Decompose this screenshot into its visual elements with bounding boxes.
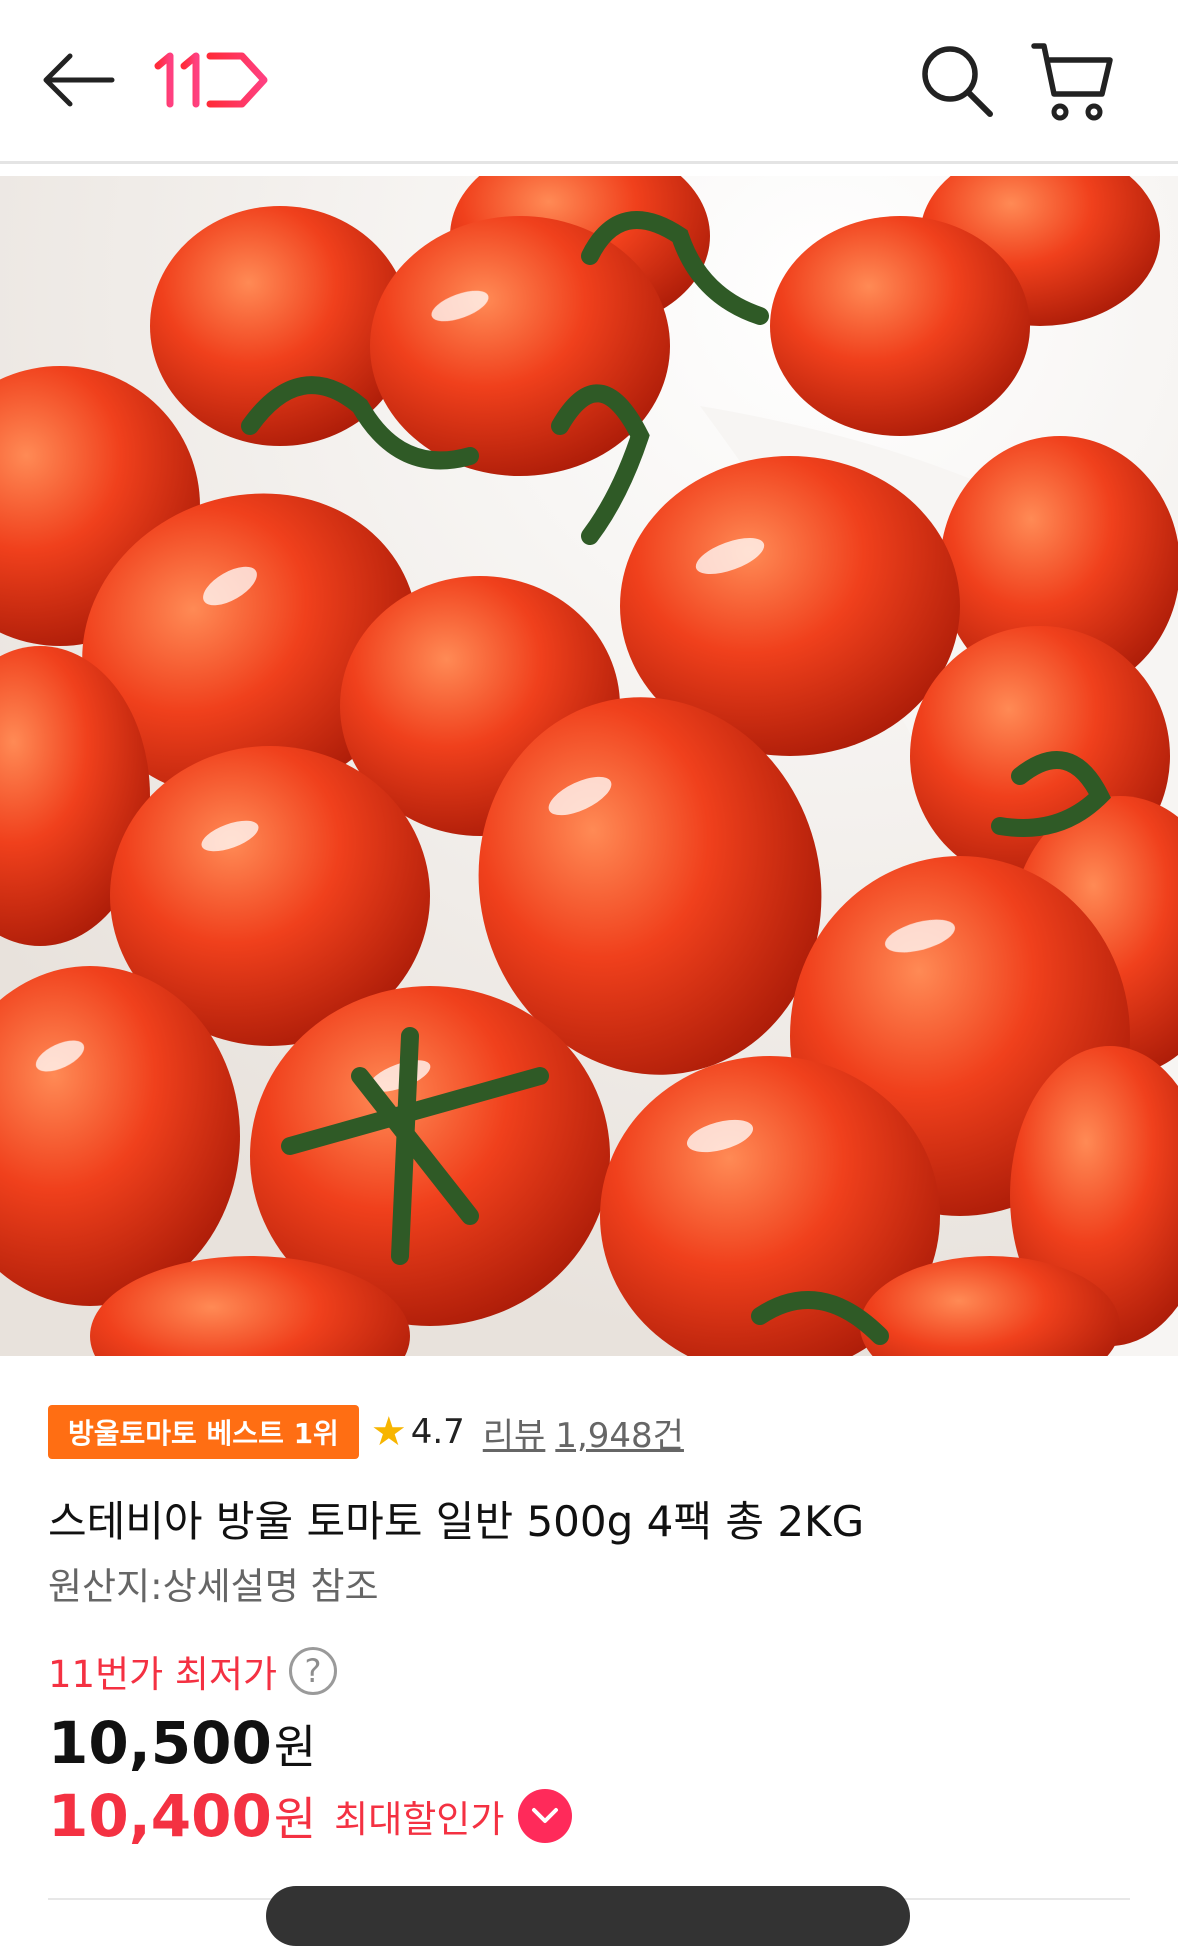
discount-price-unit: 원: [273, 1792, 317, 1846]
floating-bar[interactable]: [266, 1886, 910, 1946]
origin-info: 원산지:상세설명 참조: [48, 1565, 379, 1608]
chevron-down-icon: [532, 1808, 559, 1823]
cart-icon: [1031, 43, 1113, 121]
price-value: 10,500: [48, 1709, 272, 1777]
lowest-price-row: 11번가 최저가 ?: [48, 1644, 338, 1698]
badge-rating-row: 방울토마토 베스트 1위 ★ 4.7 리뷰 1,948건: [48, 1404, 684, 1460]
product-title: 스테비아 방울 토마토 일반 500g 4팩 총 2KG: [48, 1497, 865, 1546]
cart-button[interactable]: [1030, 40, 1116, 124]
help-icon[interactable]: ?: [289, 1647, 338, 1695]
eleven-st-logo[interactable]: [154, 50, 270, 110]
price-row: 10,500 원: [48, 1709, 316, 1777]
lowest-price-label: 11번가 최저가: [48, 1653, 278, 1696]
discount-expand-button[interactable]: [518, 1789, 573, 1843]
tomatoes: [0, 176, 1178, 1356]
tomato-photo: [0, 176, 1178, 1356]
product-image[interactable]: [0, 176, 1178, 1356]
price-unit: 원: [273, 1720, 317, 1774]
star-icon: ★: [370, 1409, 407, 1455]
arrow-left-icon: [43, 53, 115, 107]
discount-price-row: 10,400 원 최대할인가: [48, 1782, 573, 1850]
search-button[interactable]: [918, 42, 996, 120]
max-discount-label: 최대할인가: [334, 1798, 505, 1841]
review-link-label[interactable]: 리뷰: [483, 1408, 546, 1457]
app-header: [0, 0, 1178, 164]
rating-value: 4.7: [410, 1412, 465, 1452]
discount-price-value: 10,400: [48, 1782, 272, 1850]
best-rank-badge: 방울토마토 베스트 1위: [48, 1405, 359, 1459]
back-button[interactable]: [40, 48, 120, 112]
review-count-link[interactable]: 1,948건: [555, 1408, 684, 1457]
logo-mark: [154, 52, 268, 108]
search-icon: [922, 46, 993, 117]
